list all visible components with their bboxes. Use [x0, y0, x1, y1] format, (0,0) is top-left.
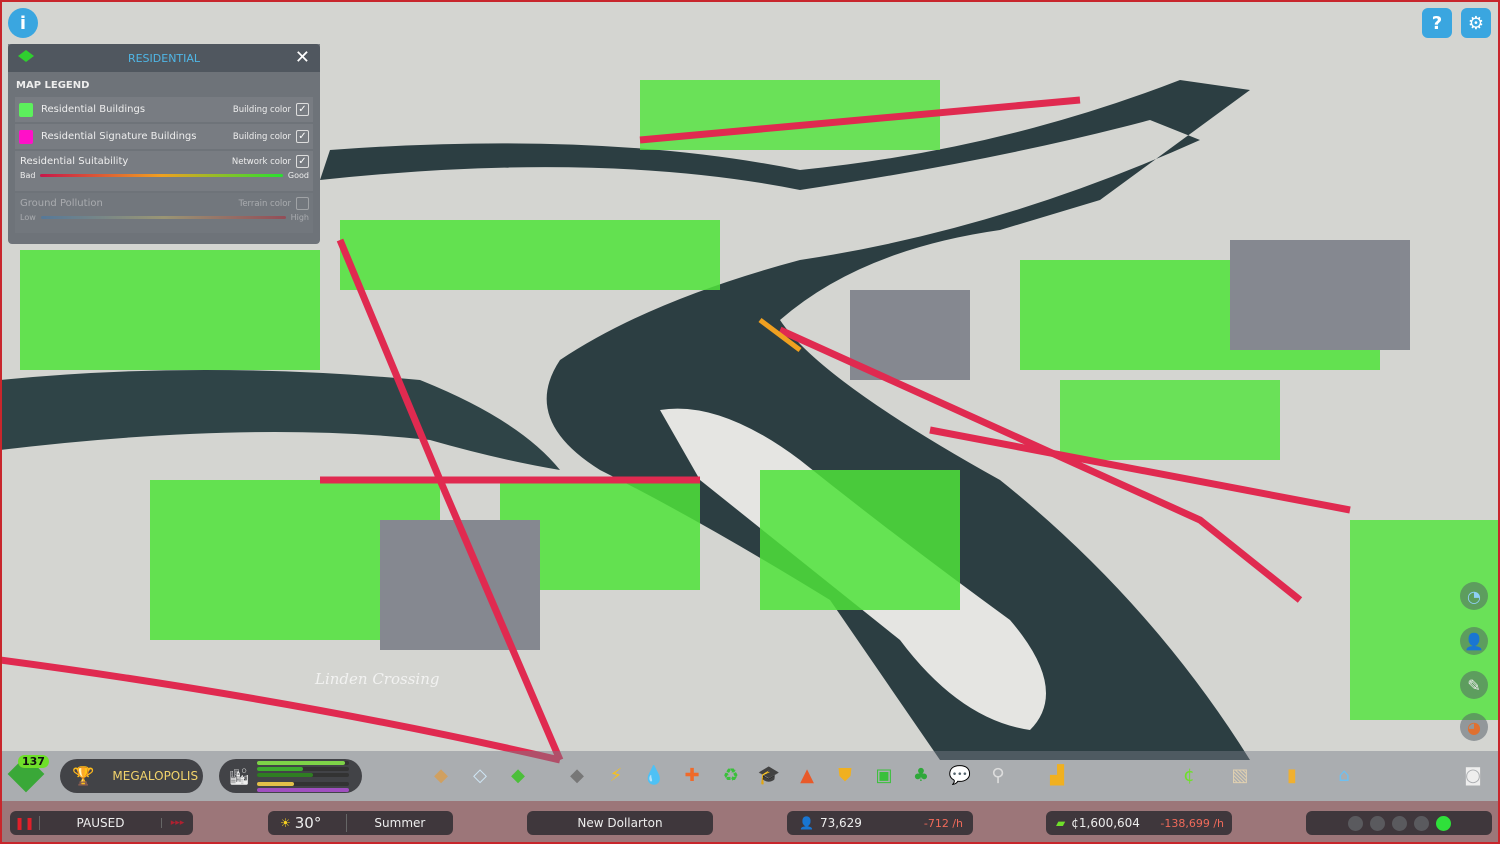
question-icon[interactable]: ? [1422, 8, 1452, 38]
info-icon[interactable]: i [8, 8, 38, 38]
advisor-icon[interactable]: ◔ [1460, 582, 1488, 610]
area-icon[interactable]: ◇ [468, 763, 492, 787]
status-bar [0, 801, 1500, 844]
economy-icon[interactable]: ¢ [1177, 763, 1201, 787]
progression-icon[interactable]: ⌂ [1332, 763, 1356, 787]
color-swatch [19, 129, 33, 144]
transport-icon[interactable]: ▣ [872, 763, 896, 787]
money: ¢1,600,604 [1071, 816, 1140, 830]
happiness-face-icon [1413, 815, 1429, 831]
notes-icon[interactable]: ✎ [1460, 671, 1488, 699]
panel-title: RESIDENTIAL [127, 51, 201, 65]
demand-button[interactable]: 🏙 [219, 759, 362, 793]
fire-icon[interactable]: ▲ [795, 763, 819, 787]
happiness-panel[interactable] [1306, 811, 1492, 835]
statistics-icon[interactable]: ▮ [1280, 763, 1304, 787]
low-label: Low [20, 213, 36, 222]
legend-item-residential: Residential Buildings Building color ✓ [15, 97, 313, 122]
weather-panel: ☀ 30° Summer [268, 811, 453, 835]
shovel-icon[interactable]: ⚲ [986, 763, 1010, 787]
option-label: Building color [232, 131, 291, 142]
color-swatch [19, 102, 33, 117]
sim-state: PAUSED [76, 816, 125, 830]
network-color-checkbox[interactable]: ✓ [296, 155, 309, 168]
garbage-icon[interactable]: ♻ [719, 763, 743, 787]
high-label: High [290, 213, 309, 222]
legend-label: Residential Suitability [20, 156, 129, 167]
happiness-face-icon [1369, 815, 1385, 831]
camera-icon[interactable]: ◙ [1461, 763, 1485, 787]
health-icon[interactable]: ✚ [680, 763, 704, 787]
demand-bar [257, 760, 345, 765]
population: 73,629 [819, 816, 862, 830]
citizens-icon[interactable]: 👤 [1460, 627, 1488, 655]
map-icon[interactable]: ▧ [1228, 763, 1252, 787]
pollution-gradient [40, 216, 286, 219]
parks-icon[interactable]: ♣ [909, 763, 933, 787]
pause-button[interactable]: ❚❚ [10, 816, 40, 830]
money-rate: -138,699 /h [1160, 816, 1224, 830]
demand-bar [257, 781, 295, 786]
legend-label: Ground Pollution [20, 198, 103, 209]
gear-icon[interactable]: ⚙ [1461, 8, 1491, 38]
milestone-button[interactable]: 🏆 MEGALOPOLIS [60, 759, 203, 793]
electricity-icon[interactable]: ⚡ [604, 763, 628, 787]
legend-label: Residential Signature Buildings [41, 131, 197, 142]
close-icon[interactable]: ✕ [295, 47, 310, 68]
happiness-face-icon [1347, 815, 1363, 831]
legend-heading: MAP LEGEND [16, 80, 90, 91]
police-icon[interactable]: ⛊ [833, 763, 857, 787]
sim-controls: ❚❚ PAUSED ▸▸▸ [10, 811, 193, 835]
bulldozer-icon[interactable]: ▟ [1045, 763, 1069, 787]
zoning-icon[interactable]: ◆ [429, 763, 453, 787]
suitability-gradient [40, 174, 283, 177]
legend-pollution: Ground Pollution Terrain color Low High [15, 193, 313, 233]
water-icon[interactable]: 💧 [642, 763, 666, 787]
residential-icon [18, 50, 34, 62]
landscaping-icon[interactable]: ◆ [506, 763, 530, 787]
district-label: Linden Crossing [314, 670, 439, 688]
temperature: 30° [295, 814, 347, 832]
trophy-icon: 🏆 [72, 765, 95, 787]
city-name: New Dollarton [577, 816, 663, 830]
communication-icon[interactable]: 💬 [948, 763, 972, 787]
demand-bar [257, 772, 313, 777]
sun-icon: ☀ [280, 816, 291, 830]
money-panel[interactable]: ▰ ¢1,600,604 -138,699 /h [1046, 811, 1232, 835]
city-icon: 🏙 [229, 766, 250, 786]
radio-icon[interactable]: ◕ [1460, 713, 1488, 741]
population-rate: -712 /h [923, 816, 963, 830]
population-icon: 👤 [799, 816, 814, 830]
high-label: Good [287, 171, 309, 180]
happiness-face-icon [1391, 815, 1407, 831]
option-label: Terrain color [238, 198, 291, 209]
legend-suitability: Residential Suitability Network color ✓ Ba… [15, 151, 313, 191]
option-label: Network color [231, 156, 291, 167]
legend-label: Residential Buildings [41, 104, 146, 115]
milestone-name: MEGALOPOLIS [112, 769, 199, 783]
happiness-face-icon [1435, 815, 1451, 831]
money-icon: ▰ [1056, 816, 1066, 830]
demand-bar [257, 766, 304, 771]
building-color-checkbox[interactable]: ✓ [296, 130, 309, 143]
demand-bars [257, 759, 350, 794]
legend-item-signature: Residential Signature Buildings Building … [15, 124, 313, 149]
city-name-button[interactable]: New Dollarton [527, 811, 713, 835]
season: Summer [374, 816, 426, 830]
option-label: Building color [232, 104, 291, 115]
terrain-color-checkbox[interactable] [296, 197, 309, 210]
roads-icon[interactable]: ◆ [565, 763, 589, 787]
speed-button[interactable]: ▸▸▸ [161, 818, 193, 828]
low-label: Bad [20, 171, 36, 180]
demand-bar [257, 787, 350, 792]
education-icon[interactable]: 🎓 [757, 763, 781, 787]
map-legend-panel: RESIDENTIAL ✕ MAP LEGEND Residential Buil… [8, 44, 320, 244]
population-panel[interactable]: 👤 73,629 -712 /h [787, 811, 973, 835]
building-color-checkbox[interactable]: ✓ [296, 103, 309, 116]
milestone-count: 137 [18, 755, 49, 768]
